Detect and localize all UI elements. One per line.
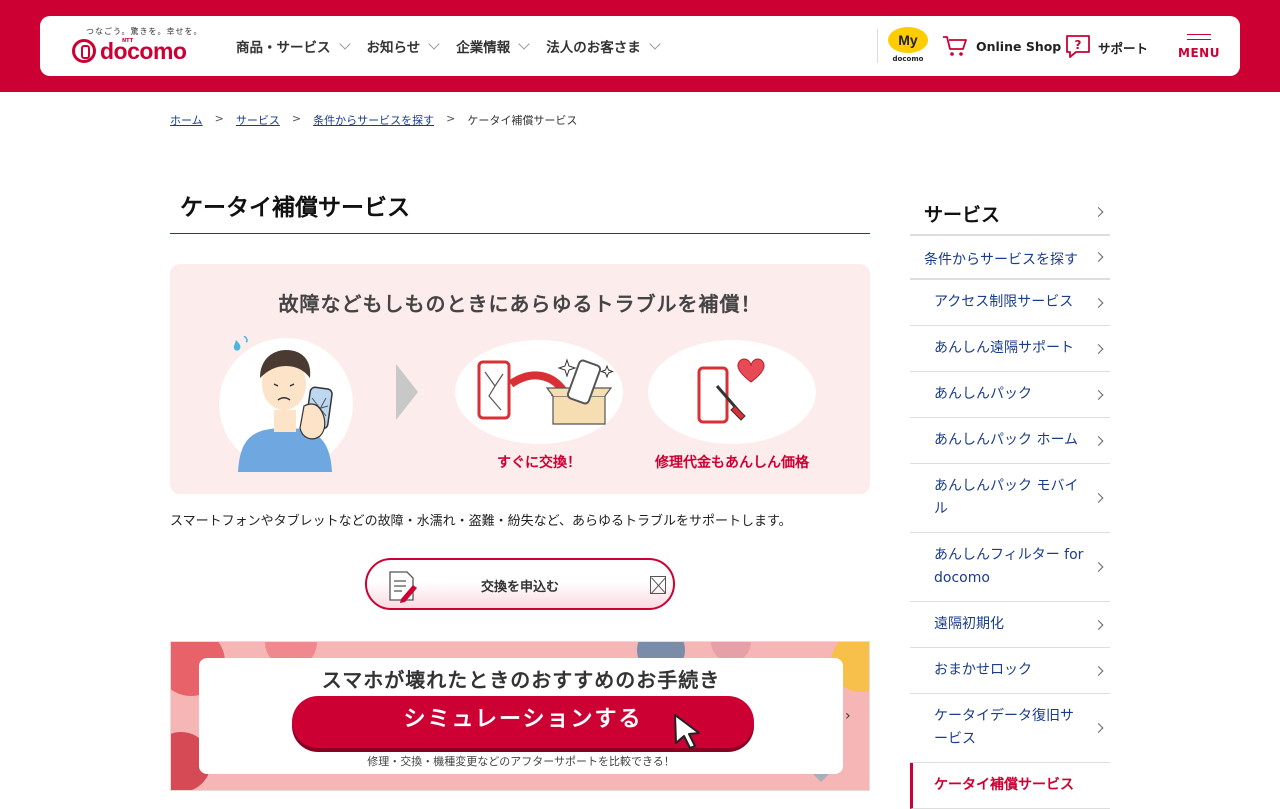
nav-corporate[interactable]: 企業情報 bbox=[456, 36, 530, 56]
chevron-right-icon bbox=[1093, 389, 1104, 400]
chevron-down-icon bbox=[649, 38, 661, 50]
hero-banner: 故障などもしものときにあらゆるトラブルを補償！ すぐに交換！ 修理代金もあんしん… bbox=[170, 264, 870, 494]
external-form-icon bbox=[650, 576, 666, 594]
chevron-right-icon bbox=[1093, 665, 1104, 676]
logo-wordmark: docomo bbox=[72, 38, 187, 65]
breadcrumb-current: ケータイ補償サービス bbox=[467, 114, 578, 127]
sidebar-item-remote-support[interactable]: あんしん遠隔サポート bbox=[910, 326, 1110, 372]
sidebar-item-label: あんしんフィルター for docomo bbox=[934, 547, 1084, 586]
support-link[interactable]: ? サポート bbox=[1064, 34, 1148, 60]
breadcrumb-separator: > bbox=[214, 112, 224, 125]
menu-label: MENU bbox=[1178, 46, 1220, 60]
banner-subtext: 修理・交換・機種変更などのアフターサポートを比較できる！ bbox=[367, 755, 675, 768]
chevron-down-icon bbox=[428, 38, 440, 50]
breadcrumb-separator: > bbox=[291, 112, 302, 125]
chevron-right-icon bbox=[1093, 207, 1104, 217]
chevron-right-icon bbox=[1093, 343, 1104, 354]
service-description: スマートフォンやタブレットなどの故障・水濡れ・盗難・紛失など、あらゆるトラブルを… bbox=[170, 514, 792, 529]
sidebar-item-search[interactable]: 条件からサービスを探す bbox=[910, 236, 1110, 280]
nav-label: 法人のお客さま bbox=[546, 40, 641, 56]
nav-label: 企業情報 bbox=[456, 40, 511, 56]
chevron-right-icon bbox=[1093, 297, 1104, 308]
sidebar-item-omakase-lock[interactable]: おまかせロック bbox=[910, 648, 1110, 694]
sidebar-head-label: サービス bbox=[924, 204, 1001, 226]
nav-news[interactable]: お知らせ bbox=[366, 36, 440, 56]
sidebar-item-label: 条件からサービスを探す bbox=[924, 252, 1078, 268]
chevron-right-icon bbox=[1093, 619, 1104, 630]
help-bubble-icon: ? bbox=[1066, 35, 1090, 58]
menu-button[interactable]: MENU bbox=[1178, 34, 1220, 60]
my-docomo-sub: docomo bbox=[892, 55, 924, 63]
breadcrumb-home[interactable]: ホーム bbox=[170, 112, 203, 128]
sidebar-item-anshin-pack-home[interactable]: あんしんパック ホーム bbox=[910, 418, 1110, 464]
sidebar-item-label: あんしん遠隔サポート bbox=[934, 340, 1074, 356]
nav-label: 商品・サービス bbox=[236, 40, 331, 56]
arrow-right-icon bbox=[396, 364, 418, 420]
hero-caption-exchange: すぐに交換！ bbox=[497, 455, 581, 471]
online-shop-label: Online Shop bbox=[976, 38, 1062, 54]
page-title: ケータイ補償サービス bbox=[170, 188, 870, 234]
my-docomo-link[interactable]: My docomo bbox=[888, 27, 928, 65]
sidebar-item-access-restriction[interactable]: アクセス制限サービス bbox=[910, 280, 1110, 326]
apply-exchange-button[interactable]: 交換を申込む bbox=[365, 558, 675, 610]
header-divider bbox=[877, 29, 878, 63]
logo-tagline: つなごう。驚きを。幸せを。 bbox=[86, 27, 203, 36]
breadcrumb-service[interactable]: サービス bbox=[236, 112, 280, 128]
chevron-down-icon bbox=[518, 38, 530, 50]
nav-products[interactable]: 商品・サービス bbox=[236, 36, 351, 56]
my-docomo-icon: My bbox=[888, 27, 928, 53]
chevron-right-icon bbox=[1093, 562, 1104, 572]
sidebar-item-label: あんしんパック モバイル bbox=[934, 478, 1079, 517]
sidebar-item-anshin-filter[interactable]: あんしんフィルター for docomo bbox=[910, 533, 1110, 602]
cursor-pointer-icon bbox=[674, 714, 700, 749]
chevron-right-icon bbox=[1093, 723, 1104, 733]
logo-text: docomo bbox=[100, 38, 187, 64]
hero-caption-repair: 修理代金もあんしん価格 bbox=[655, 455, 809, 471]
sidebar-item-label: アクセス制限サービス bbox=[934, 294, 1074, 310]
hamburger-icon bbox=[1187, 34, 1211, 40]
support-label: サポート bbox=[1098, 40, 1149, 56]
nav-label: お知らせ bbox=[366, 40, 421, 56]
sidebar-item-label: ケータイデータ復旧サービス bbox=[934, 708, 1074, 747]
main-nav: 商品・サービス お知らせ 企業情報 法人のお客さま bbox=[236, 36, 661, 56]
simulation-banner[interactable]: スマホが壊れたときのおすすめのお手続き シミュレーションする 修理・交換・機種変… bbox=[170, 641, 870, 791]
sidebar-item-keitai-hosho[interactable]: ケータイ補償サービス bbox=[910, 763, 1110, 809]
breadcrumb-separator: > bbox=[446, 112, 456, 125]
sidebar-item-data-recovery[interactable]: ケータイデータ復旧サービス bbox=[910, 694, 1110, 763]
exchange-illustration bbox=[477, 358, 614, 425]
chevron-right-icon bbox=[1093, 435, 1104, 446]
cart-icon bbox=[943, 36, 967, 56]
global-header: つなごう。驚きを。幸せを。 NTT docomo 商品・サービス お知らせ 企業… bbox=[40, 16, 1240, 76]
chevron-right-icon bbox=[1093, 493, 1104, 503]
apply-exchange-label: 交換を申込む bbox=[480, 580, 559, 595]
breadcrumb: ホーム > サービス > 条件からサービスを探す > ケータイ補償サービス bbox=[170, 112, 577, 128]
sidebar-item-label: 遠隔初期化 bbox=[934, 616, 1004, 632]
sidebar-item-anshin-pack-mobile[interactable]: あんしんパック モバイル bbox=[910, 464, 1110, 533]
sidebar-item-label: おまかせロック bbox=[934, 662, 1032, 678]
nav-business[interactable]: 法人のお客さま bbox=[546, 36, 661, 56]
worried-person-illustration bbox=[219, 336, 353, 472]
breadcrumb-search[interactable]: 条件からサービスを探す bbox=[313, 112, 434, 128]
sidebar-item-label: あんしんパック bbox=[934, 386, 1032, 402]
docomo-logo[interactable]: つなごう。驚きを。幸せを。 NTT docomo bbox=[72, 26, 202, 70]
repair-illustration bbox=[697, 358, 765, 424]
sidebar-item-label: あんしんパック ホーム bbox=[934, 432, 1079, 448]
logo-mark-icon bbox=[72, 39, 96, 63]
banner-title: スマホが壊れたときのおすすめのお手続き bbox=[321, 668, 721, 692]
sidebar-nav: サービス 条件からサービスを探す アクセス制限サービス あんしん遠隔サポート あ… bbox=[910, 190, 1110, 809]
banner-next-arrow-icon[interactable]: › bbox=[845, 708, 851, 724]
online-shop-link[interactable]: Online Shop bbox=[942, 34, 1061, 58]
svg-text:?: ? bbox=[1075, 38, 1082, 52]
chevron-down-icon bbox=[338, 38, 351, 50]
sidebar-head[interactable]: サービス bbox=[910, 190, 1110, 236]
sidebar-item-remote-init[interactable]: 遠隔初期化 bbox=[910, 602, 1110, 648]
chevron-right-icon bbox=[1093, 252, 1104, 262]
hero-title: 故障などもしものときにあらゆるトラブルを補償！ bbox=[278, 292, 762, 316]
sidebar-item-label: ケータイ補償サービス bbox=[934, 777, 1074, 793]
sidebar-item-anshin-pack[interactable]: あんしんパック bbox=[910, 372, 1110, 418]
